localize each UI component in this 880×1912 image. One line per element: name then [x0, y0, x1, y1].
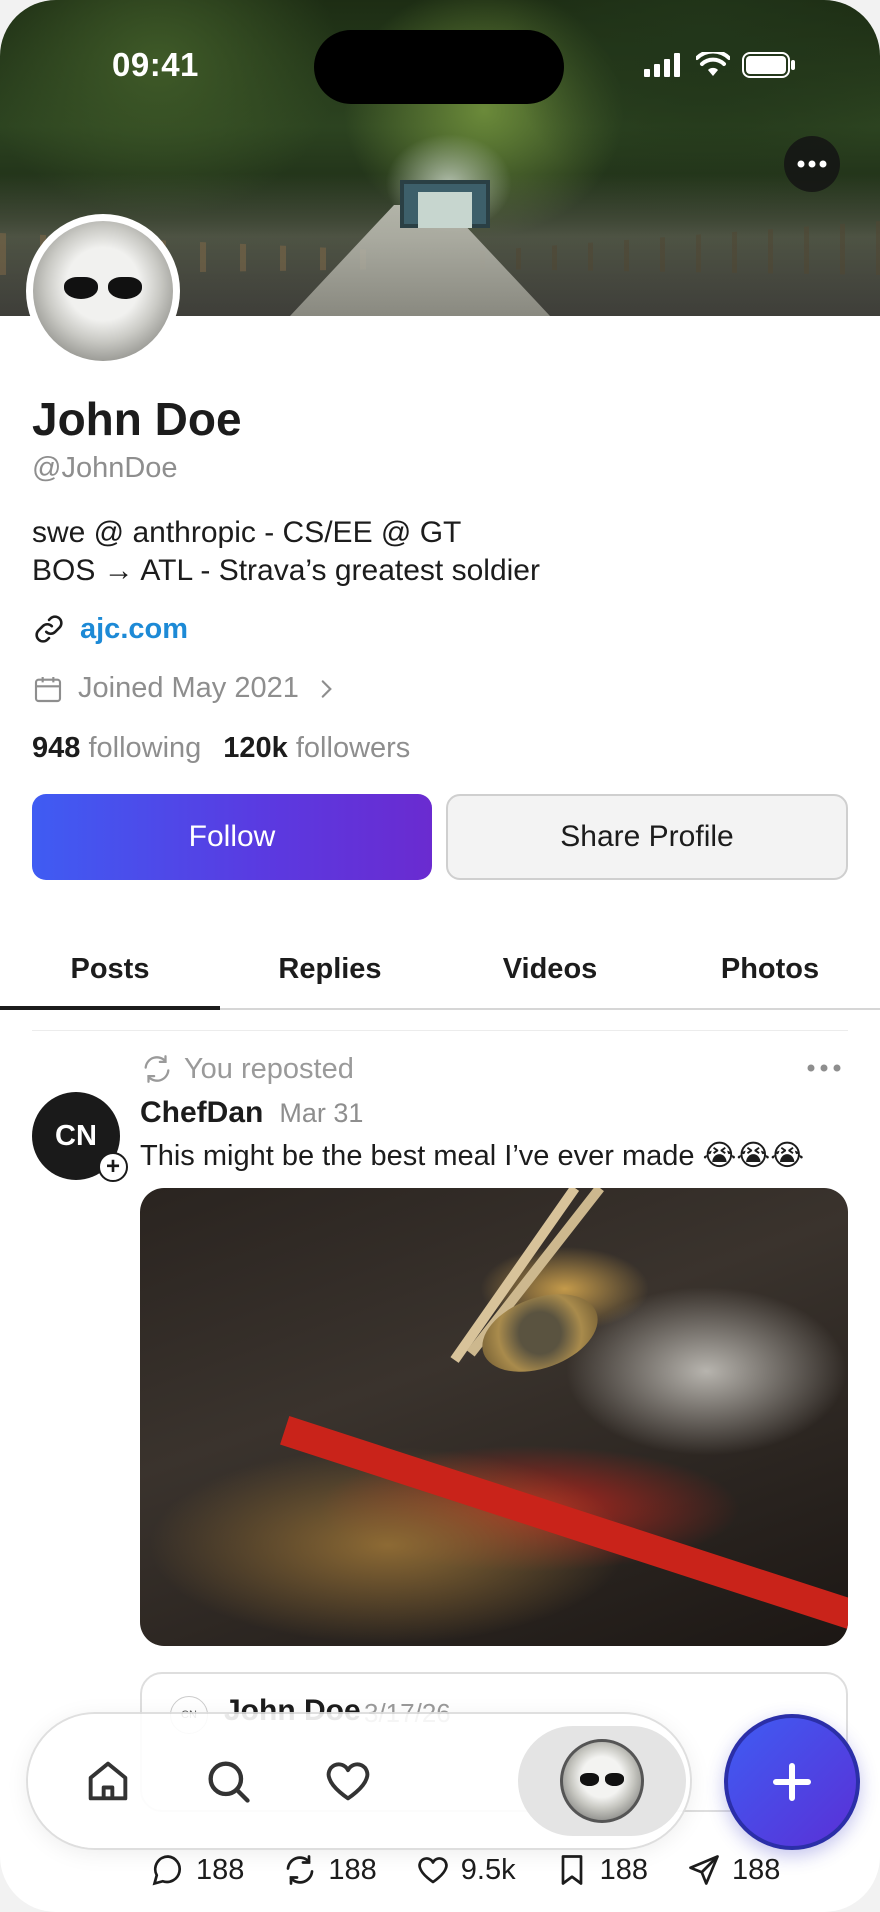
profile-bio: swe @ anthropic - CS/EE @ GT BOS → ATL -…	[32, 514, 540, 590]
bio-line-2: BOS → ATL - Strava’s greatest soldier	[32, 554, 540, 587]
post-more-button[interactable]	[806, 1060, 842, 1078]
post-image[interactable]	[140, 1188, 848, 1646]
reply-action[interactable]: 188	[150, 1852, 244, 1888]
share-profile-button[interactable]: Share Profile	[446, 794, 848, 880]
profile-avatar[interactable]	[26, 214, 180, 368]
follow-button[interactable]: Follow	[32, 794, 432, 880]
heart-icon	[418, 1857, 448, 1884]
comment-icon	[152, 1855, 181, 1886]
profile-link-text[interactable]: ajc.com	[80, 613, 188, 646]
share-action[interactable]: 188	[686, 1852, 780, 1888]
post-author[interactable]: ChefDan	[140, 1096, 263, 1130]
repost-indicator: You reposted	[140, 1052, 354, 1086]
bookmark-icon	[561, 1855, 582, 1885]
calendar-icon	[34, 676, 62, 702]
profile-handle: @JohnDoe	[32, 452, 178, 484]
chevron-right-icon	[321, 679, 332, 698]
following-stat[interactable]: 948 following	[32, 732, 201, 765]
like-action[interactable]: 9.5k	[415, 1852, 516, 1888]
tab-posts[interactable]: Posts	[0, 930, 220, 1010]
search-icon	[208, 1761, 250, 1803]
profile-more-button[interactable]	[784, 136, 840, 192]
followers-stat[interactable]: 120k followers	[223, 732, 410, 765]
more-horizontal-icon	[807, 1064, 841, 1072]
repost-count: 188	[328, 1853, 377, 1886]
post-date: Mar 31	[279, 1098, 364, 1128]
repost-label: You reposted	[184, 1052, 354, 1085]
repost-icon	[144, 1055, 170, 1083]
nav-profile-avatar	[560, 1739, 644, 1823]
signal-icon	[644, 53, 680, 77]
bookmark-action[interactable]: 188	[554, 1852, 648, 1888]
profile-screen: 09:41 John Doe @JohnDoe swe @ anthropic …	[0, 0, 880, 1912]
bio-line-1: swe @ anthropic - CS/EE @ GT	[32, 516, 462, 549]
dynamic-island	[314, 30, 564, 104]
follow-stats: 948 following 120k followers	[32, 732, 410, 765]
wifi-icon	[696, 52, 730, 76]
bottom-nav	[28, 1714, 690, 1848]
repost-icon	[287, 1855, 314, 1885]
share-count: 188	[732, 1853, 781, 1886]
tab-replies[interactable]: Replies	[220, 930, 440, 1008]
post-actions: 188 188 9.5k 188 188	[150, 1852, 780, 1888]
status-icons	[644, 52, 796, 78]
compose-button[interactable]	[724, 1714, 860, 1850]
post-header: ChefDan Mar 31	[140, 1096, 363, 1130]
plus-icon	[773, 1763, 811, 1801]
more-horizontal-icon	[797, 160, 827, 168]
post-text: This might be the best meal I’ve ever ma…	[140, 1140, 805, 1172]
bookmark-count: 188	[599, 1853, 648, 1886]
profile-tabs: Posts Replies Videos Photos	[0, 930, 880, 1010]
status-time: 09:41	[112, 46, 199, 83]
nav-search[interactable]	[178, 1714, 278, 1848]
profile-link[interactable]: ajc.com	[32, 612, 188, 646]
repost-action[interactable]: 188	[282, 1852, 377, 1888]
feed-divider	[32, 1030, 848, 1031]
nav-profile[interactable]	[518, 1726, 686, 1836]
follow-plus-icon[interactable]: +	[98, 1152, 128, 1182]
home-icon	[88, 1761, 128, 1801]
nav-home[interactable]	[58, 1714, 158, 1848]
profile-name: John Doe	[32, 393, 242, 445]
link-icon	[35, 615, 63, 643]
send-icon	[689, 1855, 719, 1885]
like-count: 9.5k	[460, 1853, 516, 1886]
battery-icon	[742, 52, 795, 78]
joined-text: Joined May 2021	[78, 672, 299, 704]
nav-activity[interactable]	[298, 1714, 398, 1848]
tab-videos[interactable]: Videos	[440, 930, 660, 1008]
reply-count: 188	[196, 1853, 245, 1886]
joined-row[interactable]: Joined May 2021	[32, 672, 339, 705]
heart-icon	[326, 1762, 370, 1801]
tab-photos[interactable]: Photos	[660, 930, 880, 1008]
